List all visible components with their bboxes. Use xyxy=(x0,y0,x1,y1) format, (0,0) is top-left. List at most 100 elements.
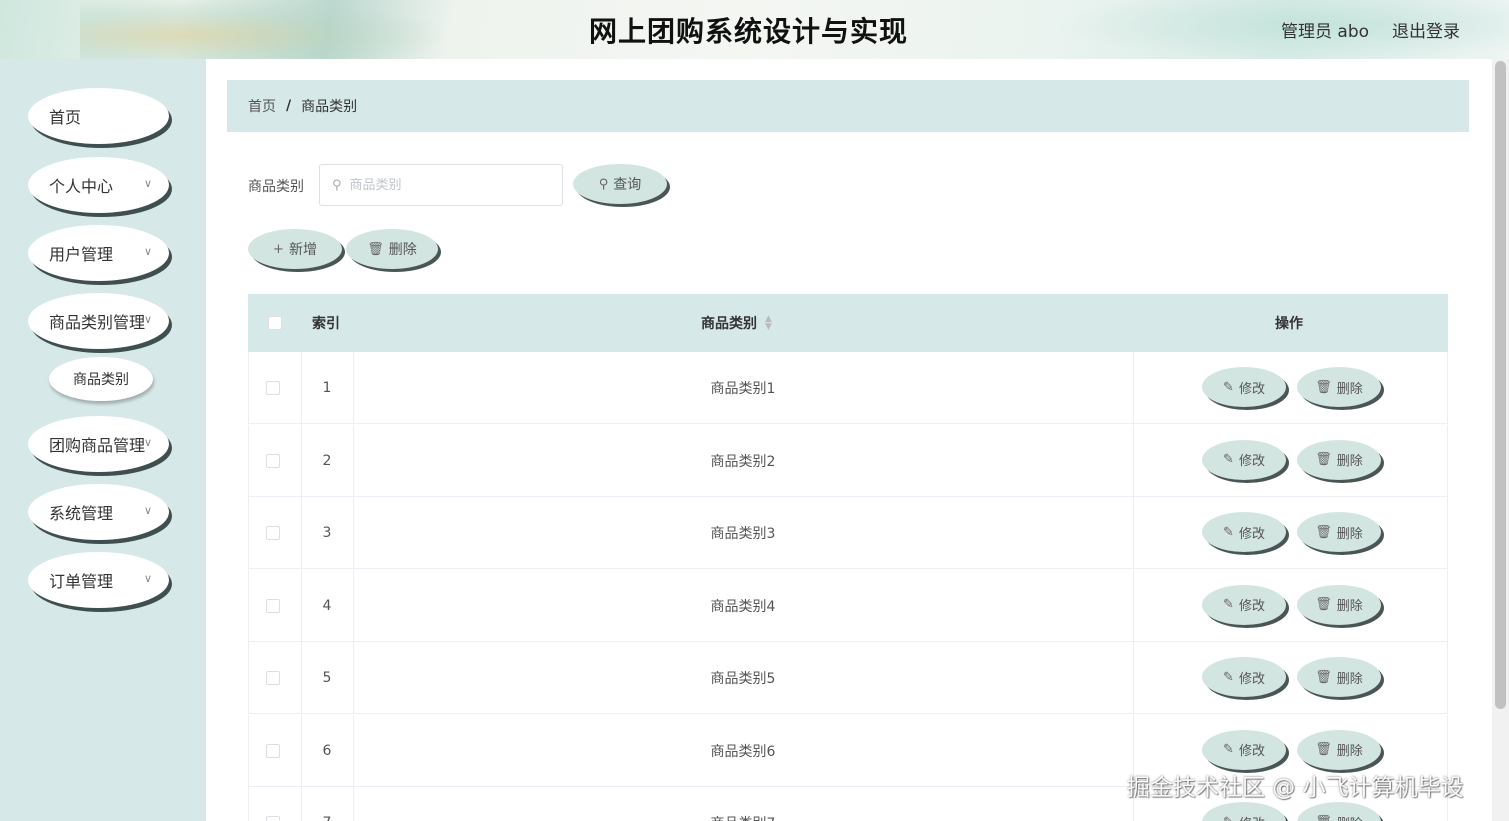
sidebar-item-orders[interactable]: 订单管理 ∨ xyxy=(28,552,169,608)
column-divider xyxy=(1133,642,1134,714)
add-button-label: 新增 xyxy=(288,242,317,258)
column-header-index: 索引 xyxy=(312,316,340,332)
sidebar-item-label: 系统管理 xyxy=(49,504,114,523)
breadcrumb-current: 商品类别 xyxy=(301,99,358,115)
row-edit-button[interactable]: ✎修改 xyxy=(1202,512,1286,552)
column-divider xyxy=(1133,424,1134,497)
table-header-row: 索引 商品类别 ▲ ▼ 操作 xyxy=(248,294,1448,352)
sidebar-item-category-manage[interactable]: 商品类别管理 ∨ xyxy=(28,293,169,349)
row-edit-button[interactable]: ✎ 修改 xyxy=(1202,802,1286,821)
row-edit-button[interactable]: ✎ 修改 xyxy=(1202,439,1286,480)
sidebar-item-group-goods[interactable]: 团购商品管理 ∨ xyxy=(28,416,169,472)
page-scrollbar[interactable] xyxy=(1492,59,1509,821)
column-divider xyxy=(1133,497,1134,569)
row-checkbox[interactable] xyxy=(266,526,280,540)
row-checkbox[interactable] xyxy=(266,671,280,685)
row-category: 商品类别3 xyxy=(710,526,776,542)
add-button[interactable]: + 新增 xyxy=(248,229,342,269)
table-row: 2 商品类别2 ✎ 修改 🗑 删除 xyxy=(248,424,1448,497)
select-all-cell xyxy=(268,294,282,352)
table-row: 5 商品类别5 ✎ 修改 🗑 删除 xyxy=(248,642,1448,714)
row-edit-button-label: 修改 xyxy=(1238,526,1265,542)
table-row: 4 商品类别4 ✎ 修改 🗑 删除 xyxy=(248,569,1448,642)
breadcrumb-home-link[interactable]: 首页 xyxy=(248,96,276,116)
row-index: 3 xyxy=(322,525,332,541)
row-edit-button-label: 修改 xyxy=(1238,744,1265,759)
row-select-cell xyxy=(266,642,280,714)
row-index: 7 xyxy=(301,787,353,821)
edit-icon: ✎ xyxy=(1223,742,1234,757)
column-divider xyxy=(1133,569,1134,642)
table-row: 1 商品类别1 ✎ 修改 🗑 删除 xyxy=(248,352,1448,424)
row-select-cell xyxy=(266,570,280,642)
row-delete-button[interactable]: 🗑删除 xyxy=(1297,584,1381,625)
select-all-checkbox[interactable] xyxy=(268,316,282,330)
admin-username: 管理员 abo xyxy=(1281,22,1370,42)
row-edit-button-label: 修改 xyxy=(1239,813,1265,821)
row-delete-button[interactable]: 🗑 删除 xyxy=(1297,439,1381,480)
trash-icon: 🗑 xyxy=(1315,815,1332,821)
edit-icon: ✎ xyxy=(1223,815,1234,821)
row-checkbox[interactable] xyxy=(266,598,280,613)
trash-icon: 🗑 xyxy=(1315,524,1332,540)
breadcrumb: 首页 / 商品类别 xyxy=(227,80,1469,132)
row-delete-button-label: 删除 xyxy=(1336,744,1363,759)
row-delete-button-label: 删除 xyxy=(1336,526,1363,542)
sidebar-item-profile[interactable]: 个人中心 ∨ xyxy=(28,157,169,213)
row-select-cell xyxy=(266,497,280,569)
search-field[interactable]: ⚲ xyxy=(319,164,563,206)
row-edit-button[interactable]: ✎修改 xyxy=(1202,584,1286,625)
plus-icon: + xyxy=(273,241,284,257)
batch-delete-button[interactable]: 🗑 删除 xyxy=(346,229,438,269)
sidebar-item-label: 订单管理 xyxy=(49,572,114,591)
trash-icon: 🗑 xyxy=(1315,452,1332,467)
search-button-label: 查询 xyxy=(613,177,642,193)
site-title: 网上团购系统设计与实现 xyxy=(589,15,909,48)
sidebar-item-label: 用户管理 xyxy=(49,245,114,264)
sidebar-item-label: 商品类别管理 xyxy=(49,313,146,332)
row-delete-button[interactable]: 🗑删除 xyxy=(1297,512,1381,552)
row-category: 商品类别4 xyxy=(710,598,776,615)
sidebar-item-home[interactable]: 首页 xyxy=(28,88,169,144)
row-delete-button[interactable]: 🗑删除 xyxy=(1297,657,1381,697)
chevron-down-icon: ∨ xyxy=(143,504,152,517)
batch-delete-button-label: 删除 xyxy=(388,242,417,258)
chevron-down-icon: ∨ xyxy=(143,245,152,258)
search-input[interactable] xyxy=(349,177,540,193)
row-checkbox[interactable] xyxy=(266,453,280,468)
logout-link[interactable]: 退出登录 xyxy=(1392,17,1460,42)
sidebar-item-system[interactable]: 系统管理 ∨ xyxy=(28,484,169,540)
table-row: 3 商品类别3 ✎ 修改 🗑 删除 xyxy=(248,497,1448,569)
search-icon: ⚲ xyxy=(598,176,609,192)
search-button[interactable]: ⚲ 查询 xyxy=(573,164,667,204)
row-delete-button-label: 删除 xyxy=(1336,454,1363,469)
row-checkbox[interactable] xyxy=(266,816,280,821)
chevron-down-icon: ∨ xyxy=(143,572,152,585)
row-checkbox[interactable] xyxy=(266,381,280,395)
row-delete-button-label: 删除 xyxy=(1336,599,1363,614)
row-edit-button[interactable]: ✎修改 xyxy=(1202,367,1286,407)
sidebar-item-users[interactable]: 用户管理 ∨ xyxy=(28,225,169,281)
column-header-category[interactable]: 商品类别 ▲ ▼ xyxy=(701,294,772,352)
breadcrumb-separator: / xyxy=(286,98,292,114)
chevron-down-icon: ∨ xyxy=(143,177,152,190)
sort-icon[interactable]: ▲ ▼ xyxy=(765,315,772,332)
row-delete-button[interactable]: 🗑 删除 xyxy=(1297,802,1381,821)
row-index: 6 xyxy=(322,742,332,759)
row-edit-button[interactable]: ✎修改 xyxy=(1202,657,1286,697)
row-category: 商品类别1 xyxy=(710,381,776,397)
row-delete-button[interactable]: 🗑 删除 xyxy=(1297,729,1381,770)
row-delete-button-label: 删除 xyxy=(1337,813,1363,821)
scrollbar-thumb[interactable] xyxy=(1495,61,1506,709)
trash-icon: 🗑 xyxy=(1315,742,1332,757)
sidebar-subitem-category[interactable]: 商品类别 xyxy=(49,357,153,401)
column-divider xyxy=(1133,352,1134,424)
edit-icon: ✎ xyxy=(1223,452,1234,467)
row-edit-button[interactable]: ✎ 修改 xyxy=(1202,729,1286,770)
row-delete-button[interactable]: 🗑删除 xyxy=(1297,367,1381,407)
chevron-down-icon: ∨ xyxy=(143,436,152,449)
row-category: 商品类别6 xyxy=(710,743,776,760)
row-checkbox[interactable] xyxy=(266,743,280,758)
row-edit-button-label: 修改 xyxy=(1238,454,1265,469)
sidebar-item-label: 团购商品管理 xyxy=(49,436,146,455)
